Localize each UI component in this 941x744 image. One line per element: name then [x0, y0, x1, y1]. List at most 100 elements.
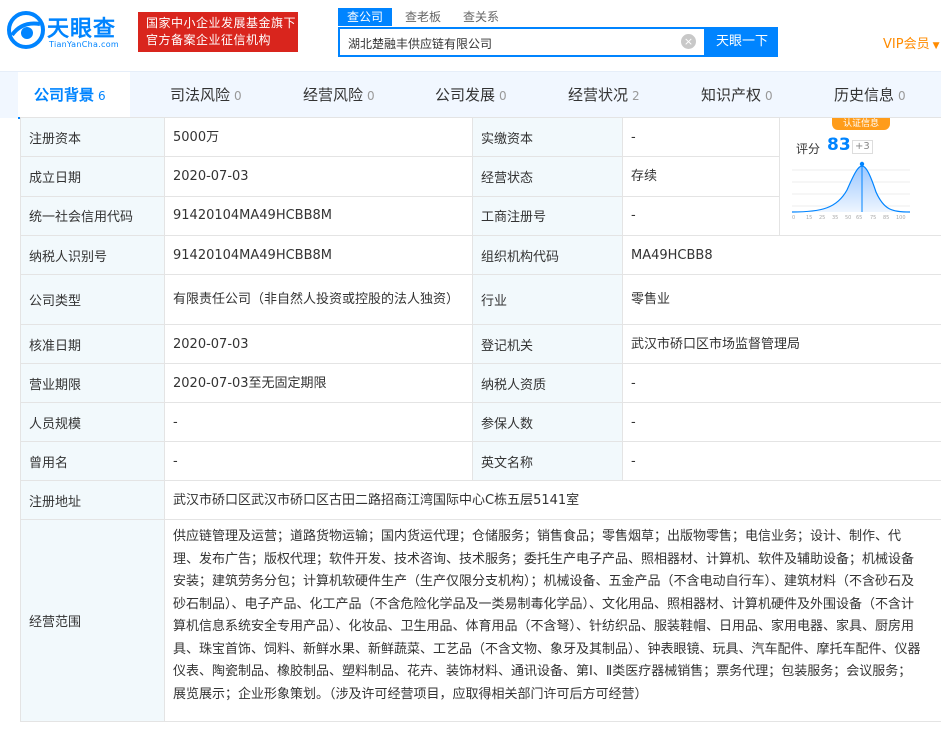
table-row: 人员规模 - 参保人数 - [20, 402, 941, 442]
tab-label: 知识产权 [701, 86, 762, 104]
svg-text:50: 50 [845, 215, 851, 220]
svg-text:65: 65 [856, 215, 862, 220]
table-row: 曾用名 - 英文名称 - [20, 441, 941, 481]
clear-icon[interactable]: × [681, 34, 696, 49]
value-credit-code[interactable]: 91420104MA49HCBB8M [164, 195, 473, 237]
label-org-code: 组织机构代码 [472, 235, 623, 275]
business-info-table: 注册资本 5000万 实缴资本 - 认证信息 评分 83 +3 0 15 25 … [20, 116, 941, 722]
score-widget: 认证信息 评分 83 +3 0 15 25 35 50 65 75 85 100 [780, 118, 920, 235]
table-row: 营业期限 2020-07-03至无固定期限 纳税人资质 - [20, 363, 941, 403]
tab-company-background[interactable]: 公司背景 6 [18, 72, 130, 119]
svg-text:100: 100 [896, 215, 906, 220]
value-paid-capital: - [622, 116, 780, 158]
label-company-type: 公司类型 [20, 274, 165, 325]
score-value: 83 [827, 135, 851, 155]
value-company-type: 有限责任公司（非自然人投资或控股的法人独资） [164, 274, 473, 325]
tab-history-info[interactable]: 历史信息 0 [834, 72, 906, 119]
value-business-status: 存续 [622, 156, 780, 197]
slogan-line-2: 官方备案企业征信机构 [146, 33, 272, 47]
tab-count: 0 [499, 89, 507, 103]
score-distribution-chart: 0 15 25 35 50 65 75 85 100 [792, 161, 911, 220]
label-registered-capital: 注册资本 [20, 116, 165, 158]
value-org-code: MA49HCBB8 [622, 235, 941, 275]
value-registered-address: 武汉市硚口区武汉市硚口区古田二路招商江湾国际中心C栋五层5141室 [164, 480, 941, 520]
score-delta: +3 [852, 140, 873, 154]
value-registration-authority: 武汉市硚口区市场监督管理局 [622, 324, 941, 364]
tab-count: 6 [98, 89, 106, 103]
label-taxpayer-id: 纳税人识别号 [20, 235, 165, 275]
logo-eye-icon [7, 11, 45, 49]
svg-text:0: 0 [792, 215, 795, 220]
tab-count: 0 [765, 89, 773, 103]
svg-text:75: 75 [870, 215, 876, 220]
label-registration-authority: 登记机关 [472, 324, 623, 364]
table-row: 纳税人识别号 91420104MA49HCBB8M 组织机构代码 MA49HCB… [20, 235, 941, 275]
table-row: 注册资本 5000万 实缴资本 - 认证信息 评分 83 +3 0 15 25 … [20, 116, 941, 236]
certified-badge: 认证信息 [832, 118, 890, 130]
table-row: 经营范围 供应链管理及运营；道路货物运输；国内货运代理；仓储服务；销售食品；零售… [20, 519, 941, 722]
value-approval-date: 2020-07-03 [164, 324, 473, 364]
logo-domain: TianYanCha.com [49, 40, 119, 49]
table-row: 核准日期 2020-07-03 登记机关 武汉市硚口区市场监督管理局 [20, 324, 941, 364]
tab-operation-status[interactable]: 经营状况 2 [568, 72, 640, 119]
label-business-scope: 经营范围 [20, 519, 165, 722]
tab-count: 0 [898, 89, 906, 103]
slogan-line-1: 国家中小企业发展基金旗下 [146, 16, 297, 30]
label-staff-size: 人员规模 [20, 402, 165, 442]
value-industry: 零售业 [622, 274, 941, 325]
value-registration-number: - [622, 195, 780, 237]
value-taxpayer-qualification: - [622, 363, 941, 403]
label-taxpayer-qualification: 纳税人资质 [472, 363, 623, 403]
label-industry: 行业 [472, 274, 623, 325]
search-input-value: 湖北楚融丰供应链有限公司 [348, 37, 493, 51]
tab-operation-risk[interactable]: 经营风险 0 [303, 72, 375, 119]
tab-company-development[interactable]: 公司发展 0 [435, 72, 507, 119]
vip-label: VIP会员 [883, 37, 930, 52]
label-established-date: 成立日期 [20, 156, 165, 197]
value-business-scope: 供应链管理及运营；道路货物运输；国内货运代理；仓储服务；销售食品；零售烟草；出版… [164, 519, 941, 722]
tab-label: 经营风险 [303, 86, 364, 104]
table-row: 公司类型 有限责任公司（非自然人投资或控股的法人独资） 行业 零售业 [20, 274, 941, 325]
section-nav: 公司背景 6 司法风险 0 经营风险 0 公司发展 0 经营状况 2 知识产权 0 历史信息… [0, 71, 941, 119]
tab-search-company[interactable]: 查公司 [338, 8, 393, 26]
tab-count: 0 [234, 89, 242, 103]
value-english-name: - [622, 441, 941, 481]
value-established-date: 2020-07-03 [164, 156, 473, 197]
search-input[interactable]: 湖北楚融丰供应链有限公司 × [338, 27, 706, 57]
value-taxpayer-id[interactable]: 91420104MA49HCBB8M [164, 235, 473, 275]
tab-label: 司法风险 [170, 86, 231, 104]
score-label: 评分 [796, 142, 821, 156]
label-approval-date: 核准日期 [20, 324, 165, 364]
top-header: 天眼查 TianYanCha.com 国家中小企业发展基金旗下 官方备案企业征信… [0, 0, 941, 62]
vip-member-menu[interactable]: VIP会员 ▼ [883, 33, 940, 52]
search-button[interactable]: 天眼一下 [706, 27, 778, 57]
svg-text:15: 15 [806, 215, 812, 220]
label-business-status: 经营状态 [472, 156, 623, 197]
slogan-badge: 国家中小企业发展基金旗下 官方备案企业征信机构 [138, 12, 298, 52]
svg-text:35: 35 [832, 215, 838, 220]
label-former-name: 曾用名 [20, 441, 165, 481]
tab-count: 2 [632, 89, 640, 103]
label-insured-count: 参保人数 [472, 402, 623, 442]
value-former-name: - [164, 441, 473, 481]
label-registration-number: 工商注册号 [472, 195, 623, 237]
tab-label: 公司发展 [435, 86, 496, 104]
tab-label: 历史信息 [834, 86, 895, 104]
tab-search-relation[interactable]: 查关系 [454, 8, 508, 26]
tab-judicial-risk[interactable]: 司法风险 0 [170, 72, 242, 119]
value-registered-capital: 5000万 [164, 116, 473, 158]
label-business-term: 营业期限 [20, 363, 165, 403]
value-insured-count: - [622, 402, 941, 442]
label-registered-address: 注册地址 [20, 480, 165, 520]
search-type-tabs: 查公司 查老板 查关系 [338, 8, 512, 26]
svg-text:85: 85 [883, 215, 889, 220]
tab-label: 经营状况 [568, 86, 629, 104]
value-business-term: 2020-07-03至无固定期限 [164, 363, 473, 403]
table-row: 注册地址 武汉市硚口区武汉市硚口区古田二路招商江湾国际中心C栋五层5141室 [20, 480, 941, 520]
tab-search-boss[interactable]: 查老板 [396, 8, 450, 26]
tab-intellectual-property[interactable]: 知识产权 0 [701, 72, 773, 119]
label-paid-capital: 实缴资本 [472, 116, 623, 158]
tianyancha-logo[interactable]: 天眼查 TianYanCha.com [6, 9, 130, 53]
score-panel[interactable]: 认证信息 评分 83 +3 0 15 25 35 50 65 75 85 100 [779, 117, 941, 236]
tab-label: 公司背景 [34, 86, 95, 104]
